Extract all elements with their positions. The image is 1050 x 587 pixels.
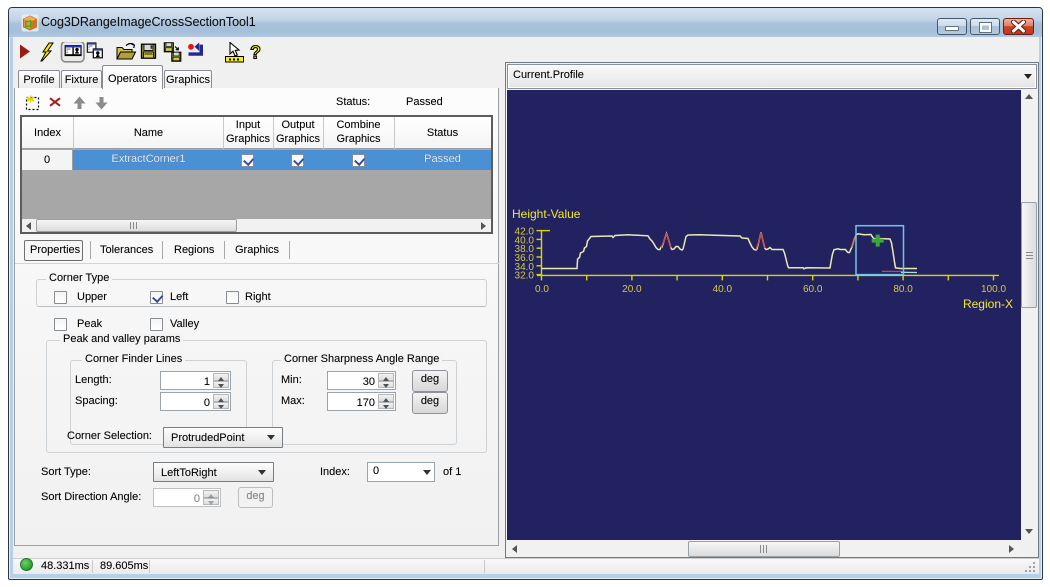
svg-text:0.0: 0.0	[535, 284, 549, 295]
svg-text:32.0: 32.0	[515, 271, 535, 282]
svg-text:80.0: 80.0	[893, 284, 913, 295]
svg-text:Height-Value: Height-Value	[512, 207, 581, 221]
svg-text:?: ?	[250, 43, 261, 63]
svg-text:Region-X: Region-X	[963, 297, 1013, 311]
svg-text:20.0: 20.0	[622, 284, 642, 295]
svg-text:40.0: 40.0	[713, 284, 733, 295]
svg-text:100.0: 100.0	[981, 284, 1006, 295]
svg-text:60.0: 60.0	[803, 284, 823, 295]
